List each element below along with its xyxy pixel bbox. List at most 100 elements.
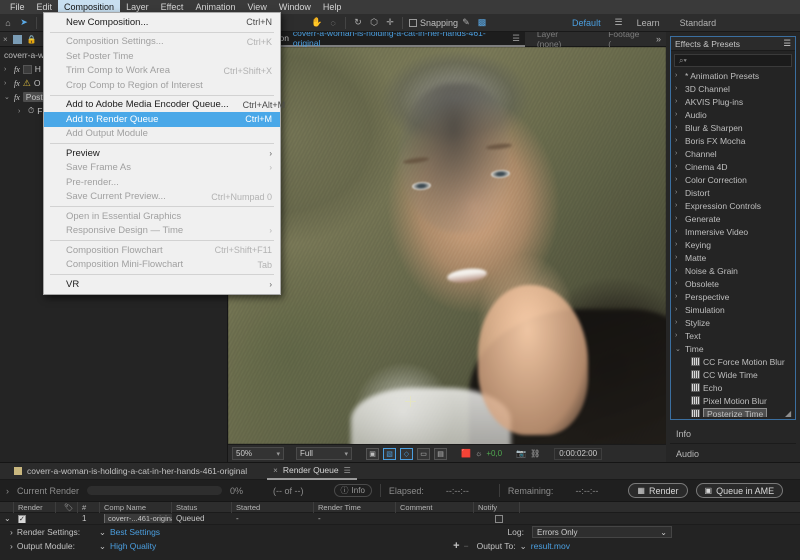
twirl-icon[interactable]: ⌄ <box>4 93 11 101</box>
roto-brush-icon[interactable]: ▩ <box>474 16 490 30</box>
twirl-icon[interactable]: › <box>675 280 682 287</box>
twirl-icon[interactable]: › <box>675 241 682 248</box>
panel-audio[interactable]: Audio <box>670 444 796 464</box>
render-queue-row[interactable]: ⌄ ✓ 1 coverr-...461-original Queued - - <box>0 513 800 525</box>
close-icon[interactable]: × <box>3 35 8 44</box>
category-noise-grain[interactable]: › Noise & Grain <box>671 264 795 277</box>
row-twirl-icon[interactable]: ⌄ <box>0 514 14 523</box>
chevron-down-icon[interactable]: ⌄ <box>99 541 106 552</box>
menu-item-crop-comp-to-roi[interactable]: Crop Comp to Region of Interest <box>44 78 280 93</box>
panel-menu-icon[interactable]: ☰ <box>344 466 351 475</box>
workspace-menu-icon[interactable]: ☰ <box>611 16 627 30</box>
twirl-icon[interactable]: › <box>675 111 682 118</box>
twirl-icon[interactable]: › <box>10 541 13 551</box>
twirl-icon[interactable]: › <box>675 267 682 274</box>
checkbox-checked-icon[interactable]: ✓ <box>18 515 26 523</box>
category-simulation[interactable]: › Simulation <box>671 303 795 316</box>
hand-tool-icon[interactable]: ✋ <box>309 16 325 30</box>
workspace-default[interactable]: Default <box>562 18 611 28</box>
twirl-icon[interactable]: › <box>675 202 682 209</box>
menu-item-preview[interactable]: Preview › <box>44 146 280 161</box>
category-perspective[interactable]: › Perspective <box>671 290 795 303</box>
category-time[interactable]: ⌄ Time <box>671 342 795 355</box>
twirl-icon[interactable]: › <box>4 80 11 87</box>
log-select[interactable]: Errors Only ⌄ <box>532 526 672 538</box>
menu-item-trim-comp-to-work-area[interactable]: Trim Comp to Work Area Ctrl+Shift+X <box>44 64 280 79</box>
menu-item-responsive-design-time[interactable]: Responsive Design — Time › <box>44 224 280 239</box>
show-snapshot-icon[interactable]: ⛓ <box>530 449 540 458</box>
col-status[interactable]: Status <box>172 501 232 513</box>
category-generate[interactable]: › Generate <box>671 212 795 225</box>
category-cinema-4d[interactable]: › Cinema 4D <box>671 160 795 173</box>
category-stylize[interactable]: › Stylize <box>671 316 795 329</box>
tab-layer[interactable]: Layer (none) <box>525 29 596 49</box>
category-animation-presets[interactable]: › * Animation Presets <box>671 69 795 82</box>
twirl-icon[interactable]: › <box>675 293 682 300</box>
twirl-icon[interactable]: › <box>6 486 9 496</box>
category-expression-controls[interactable]: › Expression Controls <box>671 199 795 212</box>
close-icon[interactable]: × <box>273 466 278 475</box>
twirl-icon[interactable]: › <box>675 189 682 196</box>
effects-search-input[interactable]: ⌕▾ <box>674 54 792 67</box>
menu-item-vr[interactable]: VR › <box>44 277 280 292</box>
zoom-select[interactable]: 50% ▾ <box>232 447 284 460</box>
category-color-correction[interactable]: › Color Correction <box>671 173 795 186</box>
category-immersive-video[interactable]: › Immersive Video <box>671 225 795 238</box>
category-boris-fx-mocha[interactable]: › Boris FX Mocha <box>671 134 795 147</box>
rotation-tool-icon[interactable]: ↻ <box>350 16 366 30</box>
resize-grip-icon[interactable]: ◢ <box>785 409 793 418</box>
timecode-display[interactable]: 0:00:02:00 <box>554 447 603 460</box>
menu-item-save-current-preview[interactable]: Save Current Preview... Ctrl+Numpad 0 <box>44 190 280 205</box>
view-layout-icon[interactable]: ▭ <box>417 447 430 460</box>
twirl-icon[interactable]: › <box>10 527 13 537</box>
menu-item-set-poster-time[interactable]: Set Poster Time <box>44 49 280 64</box>
menu-item-new-composition[interactable]: New Composition... Ctrl+N <box>44 15 280 30</box>
workspace-learn[interactable]: Learn <box>627 18 670 28</box>
render-settings-value[interactable]: Best Settings <box>110 527 160 537</box>
add-output-module-icon[interactable]: + <box>453 540 459 552</box>
pixel-aspect-icon[interactable]: ▤ <box>434 447 447 460</box>
twirl-icon[interactable]: ⌄ <box>675 345 682 353</box>
selection-tool-icon[interactable]: ➤ <box>16 16 32 30</box>
twirl-icon[interactable]: › <box>675 306 682 313</box>
category-audio[interactable]: › Audio <box>671 108 795 121</box>
lock-icon[interactable]: 🔒 <box>27 35 37 44</box>
menu-item-pre-render[interactable]: Pre-render... <box>44 175 280 190</box>
menu-item-open-in-essential-graphics[interactable]: Open in Essential Graphics <box>44 209 280 224</box>
row-notify[interactable] <box>474 514 520 523</box>
effect-cc-force-motion-blur[interactable]: CC Force Motion Blur <box>671 355 795 368</box>
twirl-icon[interactable]: › <box>675 332 682 339</box>
tab-footage[interactable]: Footage ( <box>596 29 656 49</box>
col-label-icon[interactable]: 🏷 <box>56 501 78 513</box>
category-text[interactable]: › Text <box>671 329 795 342</box>
panel-menu-icon[interactable]: ☰ <box>783 38 791 49</box>
region-of-interest-icon[interactable]: ▣ <box>366 447 379 460</box>
col-render[interactable]: Render <box>14 501 56 513</box>
twirl-icon[interactable]: › <box>675 163 682 170</box>
output-module-value[interactable]: High Quality <box>110 541 156 551</box>
effect-echo[interactable]: Echo <box>671 381 795 394</box>
col-notify[interactable]: Notify <box>474 501 520 513</box>
effect-pixel-motion-blur[interactable]: Pixel Motion Blur <box>671 394 795 407</box>
effect-posterize-time[interactable]: Posterize Time <box>671 407 795 417</box>
render-button[interactable]: ▦ Render <box>628 483 688 498</box>
anchor-point-icon[interactable] <box>405 396 417 408</box>
snapshot-icon[interactable]: 📷 <box>516 449 526 458</box>
camera-orbit-icon[interactable]: ⬡ <box>366 16 382 30</box>
menu-file[interactable]: File <box>4 0 31 14</box>
twirl-icon[interactable]: › <box>675 176 682 183</box>
effects-category-list[interactable]: › * Animation Presets › 3D Channel › AKVIS … <box>671 69 795 417</box>
menu-item-save-frame-as[interactable]: Save Frame As › <box>44 161 280 176</box>
category-keying[interactable]: › Keying <box>671 238 795 251</box>
row-render-checkbox[interactable]: ✓ <box>14 514 56 523</box>
snapping-toggle[interactable]: Snapping <box>409 18 458 28</box>
col-number[interactable]: # <box>78 501 100 513</box>
info-button[interactable]: ⓘ Info <box>333 484 372 497</box>
twirl-icon[interactable]: › <box>675 137 682 144</box>
workspace-standard[interactable]: Standard <box>670 18 727 28</box>
twirl-icon[interactable]: › <box>675 98 682 105</box>
twirl-icon[interactable]: › <box>675 72 682 79</box>
composition-stage[interactable] <box>228 47 666 444</box>
channel-icon[interactable]: 🟥 <box>461 449 471 458</box>
twirl-icon[interactable]: › <box>675 85 682 92</box>
